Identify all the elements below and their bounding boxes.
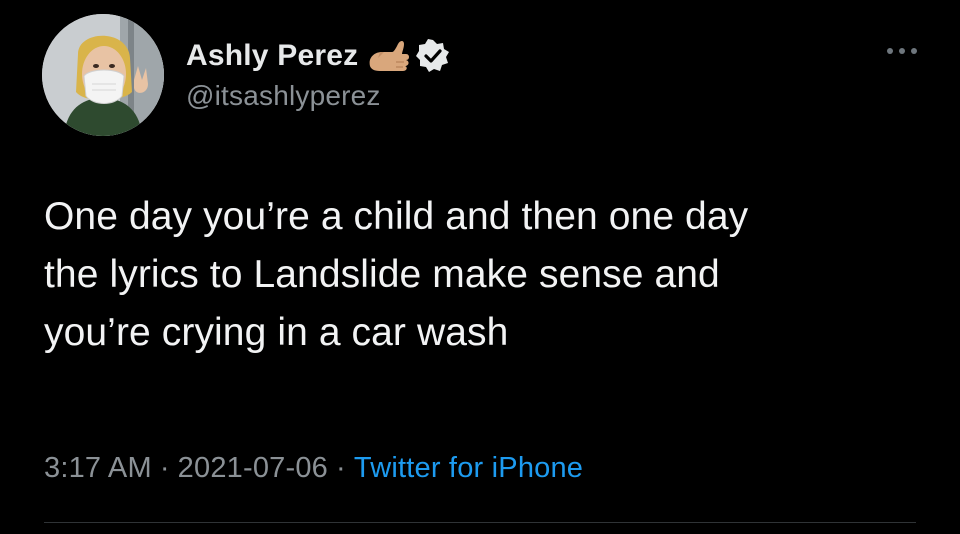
- tweet-date[interactable]: 2021-07-06: [178, 452, 328, 484]
- tweet-time[interactable]: 3:17 AM: [44, 452, 152, 484]
- avatar[interactable]: [42, 14, 164, 136]
- verified-badge-icon: [416, 39, 450, 73]
- tweet-text-line: the lyrics to Landslide make sense and: [44, 253, 720, 296]
- meta-separator: ·: [336, 452, 346, 484]
- author-block: Ashly Perez @itsashlyperez: [186, 34, 450, 112]
- more-options-icon[interactable]: [882, 44, 922, 58]
- tweet-source-link[interactable]: Twitter for iPhone: [354, 452, 583, 484]
- avatar-image: [42, 14, 164, 136]
- tweet-text-line: One day you’re a child and then one day: [44, 195, 749, 238]
- tweet-card: Ashly Perez @itsashlyperez One day you’r…: [0, 0, 960, 534]
- tweet-metadata: 3:17 AM · 2021-07-06 · Twitter for iPhone: [44, 452, 583, 485]
- divider: [44, 522, 916, 523]
- display-name[interactable]: Ashly Perez: [186, 39, 358, 73]
- tweet-text: One day you’re a child and then one day …: [44, 188, 924, 362]
- author-name-row: Ashly Perez: [186, 34, 450, 78]
- tweet-text-line: you’re crying in a car wash: [44, 311, 509, 354]
- hand-emoji-icon: [366, 36, 412, 76]
- meta-separator: ·: [159, 452, 170, 484]
- user-handle[interactable]: @itsashlyperez: [186, 80, 450, 112]
